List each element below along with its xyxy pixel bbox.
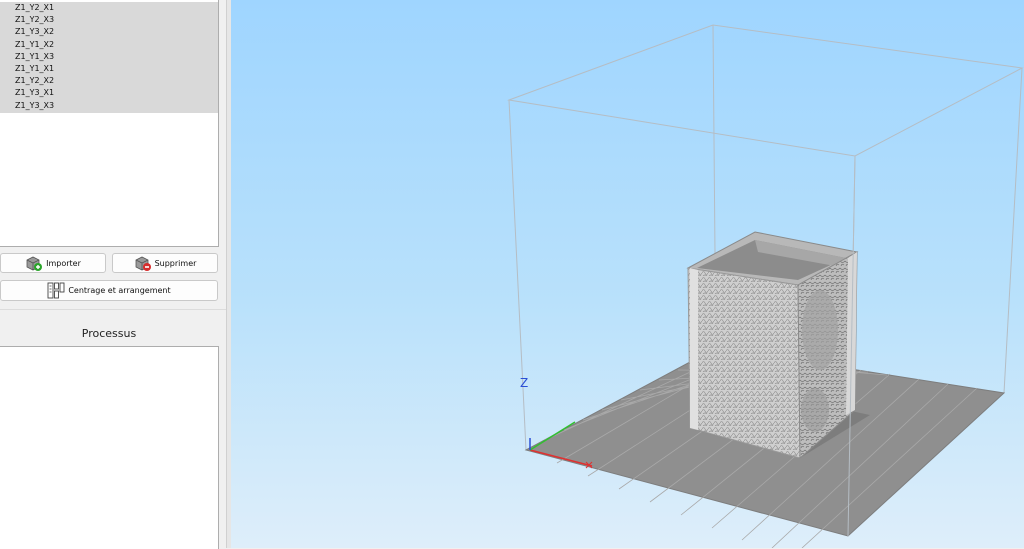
list-item[interactable]: Z1_Y3_X3 [0,100,218,112]
z-axis-label: Z [520,376,529,390]
center-arrange-label: Centrage et arrangement [68,286,171,295]
list-item[interactable]: Z1_Y1_X3 [0,51,218,63]
process-title: Processus [81,327,137,340]
model-box[interactable] [686,231,859,460]
object-list[interactable]: Z1_Y2_X1 Z1_Y2_X3 Z1_Y3_X2 Z1_Y1_X2 Z1_Y… [0,0,219,247]
cube-remove-icon [135,256,151,271]
list-item[interactable]: Z1_Y1_X2 [0,39,218,51]
process-panel[interactable] [0,346,219,549]
import-button[interactable]: Importer [0,253,106,273]
object-list-rows: Z1_Y2_X1 Z1_Y2_X3 Z1_Y3_X2 Z1_Y1_X2 Z1_Y… [0,2,218,113]
list-item[interactable]: Z1_Y3_X1 [0,87,218,99]
list-item[interactable]: Z1_Y2_X3 [0,14,218,26]
list-item[interactable]: Z1_Y2_X2 [0,75,218,87]
list-item[interactable]: Z1_Y3_X2 [0,26,218,38]
delete-button[interactable]: Supprimer [112,253,218,273]
panel-divider [0,309,230,310]
list-item[interactable]: Z1_Y2_X1 [0,2,218,14]
3d-viewport[interactable]: Z [231,0,1024,548]
list-item[interactable]: Z1_Y1_X1 [0,63,218,75]
delete-label: Supprimer [154,258,197,268]
center-arrange-button[interactable]: Centrage et arrangement [0,280,218,301]
left-panel: Z1_Y2_X1 Z1_Y2_X3 Z1_Y3_X2 Z1_Y1_X2 Z1_Y… [0,0,230,549]
arrange-icon [47,282,65,299]
import-label: Importer [46,258,81,268]
cube-add-icon [26,256,43,271]
scene-svg [507,24,1024,548]
